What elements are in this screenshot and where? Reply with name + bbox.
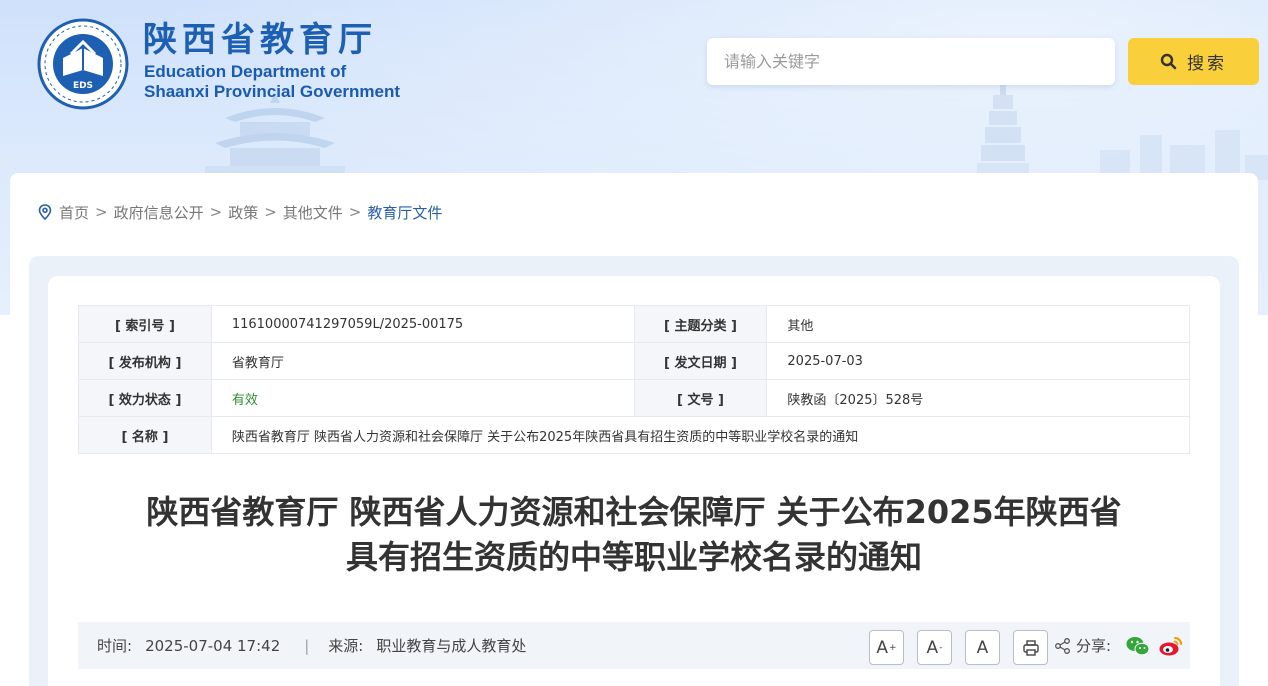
source-value: 职业教育与成人教育处 <box>376 637 527 655</box>
table-row: [ 发布机构 ] 省教育厅 [ 发文日期 ] 2025-07-03 <box>78 342 1190 380</box>
print-button[interactable] <box>1013 630 1048 665</box>
doc-no-value: 陕教函〔2025〕528号 <box>766 379 1190 417</box>
search-icon <box>1160 53 1177 70</box>
topic-label: [ 主题分类 ] <box>633 305 768 343</box>
time-label: 时间: <box>97 637 133 655</box>
breadcrumb-current[interactable]: 教育厅文件 <box>367 202 442 223</box>
font-default-button[interactable]: A <box>965 630 1000 665</box>
search-button-label: 搜索 <box>1187 54 1227 74</box>
article-meta: 时间: 2025-07-04 17:42 | 来源: 职业教育与成人教育处 <box>97 622 526 669</box>
topic-value: 其他 <box>766 305 1190 343</box>
publish-time: 2025-07-04 17:42 <box>145 636 281 655</box>
breadcrumb-home[interactable]: 首页 <box>59 202 89 223</box>
weibo-icon[interactable] <box>1158 634 1184 658</box>
search-box <box>707 38 1115 85</box>
breadcrumb: 首页 > 政府信息公开 > 政策 > 其他文件 > 教育厅文件 <box>38 201 442 223</box>
article-info-bar: 时间: 2025-07-04 17:42 | 来源: 职业教育与成人教育处 A +… <box>78 622 1190 669</box>
status-value: 有效 <box>210 379 635 417</box>
meta-divider: | <box>304 636 310 655</box>
status-label: [ 效力状态 ] <box>78 379 212 417</box>
name-value: 陕西省教育厅 陕西省人力资源和社会保障厅 关于公布2025年陕西省具有招生资质的… <box>210 416 1191 454</box>
issue-date-value: 2025-07-03 <box>766 342 1190 380</box>
index-no-label: [ 索引号 ] <box>78 305 212 343</box>
publisher-value: 省教育厅 <box>210 342 635 380</box>
source-label: 来源: <box>328 637 364 655</box>
search-button[interactable]: 搜索 <box>1128 38 1259 85</box>
font-increase-label: A <box>876 637 889 658</box>
table-row: [ 索引号 ] 11610000741297059L/2025-00175 [ … <box>78 305 1190 343</box>
document-meta-table: [ 索引号 ] 11610000741297059L/2025-00175 [ … <box>78 305 1191 454</box>
breadcrumb-policy[interactable]: 政策 <box>228 202 258 223</box>
share-label: 分享: <box>1076 637 1112 655</box>
publisher-label: [ 发布机构 ] <box>78 342 212 380</box>
breadcrumb-separator: > <box>348 203 362 221</box>
tower-illustration <box>977 85 1029 180</box>
breadcrumb-separator: > <box>95 203 108 221</box>
search-input[interactable] <box>707 38 1115 85</box>
issue-date-label: [ 发文日期 ] <box>633 342 768 380</box>
table-row: [ 名称 ] 陕西省教育厅 陕西省人力资源和社会保障厅 关于公布2025年陕西省… <box>78 416 1191 454</box>
site-name-en-line1: Education Department of <box>144 62 347 81</box>
share-area: 分享: <box>1054 622 1111 669</box>
breadcrumb-separator: > <box>209 203 223 221</box>
emblem-text: EDS <box>73 81 93 91</box>
location-pin-icon <box>38 204 52 220</box>
name-label: [ 名称 ] <box>78 416 212 454</box>
breadcrumb-separator: > <box>264 203 277 221</box>
font-decrease-label: A <box>926 637 939 658</box>
wechat-icon[interactable] <box>1125 634 1151 658</box>
minus-icon: - <box>939 642 943 653</box>
breadcrumb-gov-info[interactable]: 政府信息公开 <box>114 202 204 223</box>
table-row: [ 效力状态 ] 有效 [ 文号 ] 陕教函〔2025〕528号 <box>78 379 1190 417</box>
printer-icon <box>1022 639 1039 656</box>
plus-icon: + <box>889 642 897 653</box>
font-decrease-button[interactable]: A- <box>917 630 952 665</box>
breadcrumb-other-files[interactable]: 其他文件 <box>283 202 343 223</box>
site-name-cn: 陕西省教育厅 <box>143 20 377 60</box>
doc-no-label: [ 文号 ] <box>633 379 768 417</box>
education-department-emblem: EDS <box>37 18 129 110</box>
article-title: 陕西省教育厅 陕西省人力资源和社会保障厅 关于公布2025年陕西省 具有招生资质… <box>60 490 1208 580</box>
article-title-line1: 陕西省教育厅 陕西省人力资源和社会保障厅 关于公布2025年陕西省 <box>146 493 1122 531</box>
site-name-en: Education Department of Shaanxi Provinci… <box>144 62 400 102</box>
font-increase-button[interactable]: A + <box>869 630 904 665</box>
site-name-en-line2: Shaanxi Provincial Government <box>144 82 401 101</box>
share-icon <box>1055 637 1070 654</box>
font-default-label: A <box>976 637 989 658</box>
index-no-value: 11610000741297059L/2025-00175 <box>210 305 635 343</box>
article-title-line2: 具有招生资质的中等职业学校名录的通知 <box>345 538 922 576</box>
